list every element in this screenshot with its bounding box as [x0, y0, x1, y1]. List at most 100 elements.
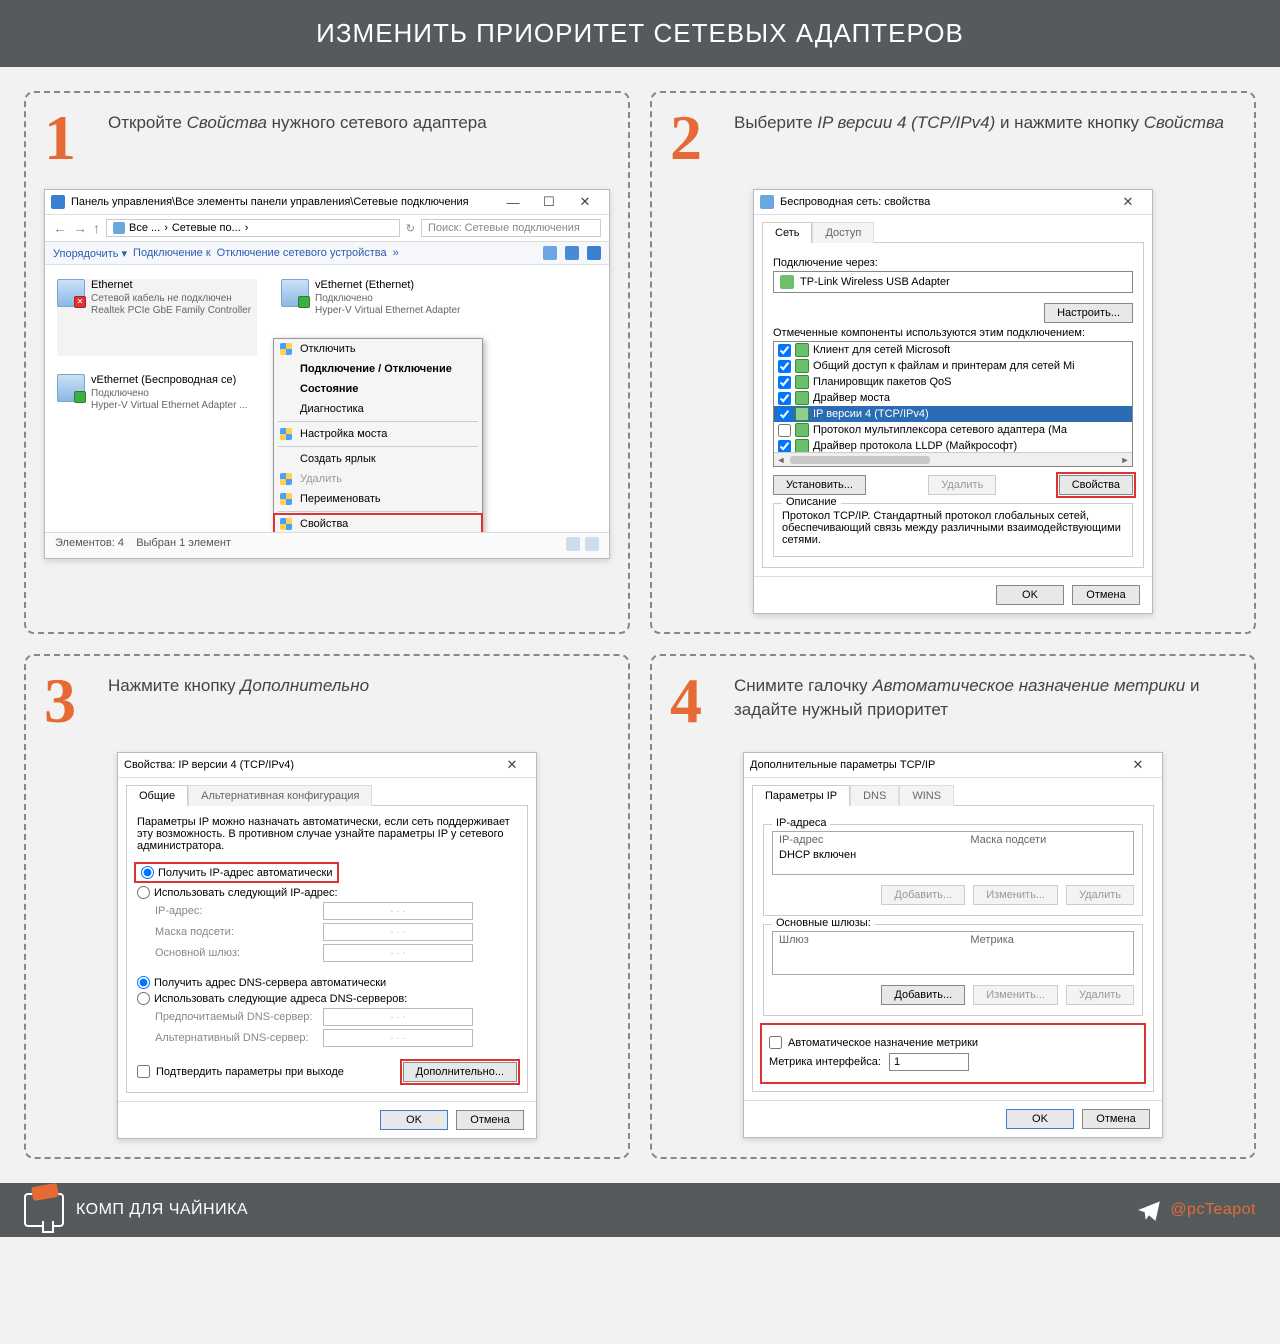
step-4-panel: 4 Снимите галочку Автоматическое назначе… [650, 654, 1256, 1159]
properties-button[interactable]: Свойства [1059, 475, 1133, 495]
component-icon [795, 375, 809, 389]
auto-metric-checkbox[interactable]: Автоматическое назначение метрики [769, 1036, 1137, 1049]
ctx-disable[interactable]: Отключить [274, 339, 482, 359]
tab-dns[interactable]: DNS [850, 785, 899, 806]
tab-wins[interactable]: WINS [899, 785, 954, 806]
step-1-panel: 1 Откройте Свойства нужного сетевого ада… [24, 91, 630, 634]
context-menu: Отключить Подключение / Отключение Состо… [273, 338, 483, 535]
tab-network[interactable]: Сеть [762, 222, 812, 243]
view-icon[interactable] [543, 246, 557, 260]
del-gw-button: Удалить [1066, 985, 1134, 1005]
window-icon [760, 195, 774, 209]
edit-gw-button: Изменить... [973, 985, 1058, 1005]
cancel-button[interactable]: Отмена [456, 1110, 524, 1130]
ip-addresses-list[interactable]: IP-адресМаска подсети DHCP включен [772, 831, 1134, 875]
search-input[interactable]: Поиск: Сетевые подключения [421, 219, 601, 237]
breadcrumb[interactable]: Все ... › Сетевые по... › [106, 219, 400, 237]
component-icon [795, 423, 809, 437]
more-chevron[interactable]: » [393, 247, 399, 259]
component-checkbox[interactable] [778, 392, 791, 405]
organize-menu[interactable]: Упорядочить ▾ [53, 247, 127, 260]
minimize-button[interactable]: — [495, 195, 531, 210]
window-title: Дополнительные параметры TCP/IP [750, 759, 1120, 771]
telegram-icon [1136, 1197, 1162, 1223]
layout-icon[interactable] [565, 246, 579, 260]
radio-manual-ip[interactable]: Использовать следующий IP-адрес: [137, 886, 517, 899]
adapter-item[interactable]: Ethernet Сетевой кабель не подключен Rea… [57, 279, 257, 356]
step-text: Снимите галочку Автоматическое назначени… [734, 674, 1236, 722]
connect-to-button[interactable]: Подключение к [133, 247, 211, 259]
component-checkbox[interactable] [778, 376, 791, 389]
ok-button[interactable]: OK [380, 1110, 448, 1130]
close-button[interactable]: ✕ [494, 757, 530, 773]
telegram-link[interactable]: @pcTeapot [1136, 1197, 1256, 1223]
back-button[interactable]: ← [53, 220, 67, 236]
close-button[interactable]: ✕ [1110, 194, 1146, 210]
ctx-properties[interactable]: Свойства [274, 514, 482, 534]
component-icon [795, 343, 809, 357]
components-label: Отмеченные компоненты используются этим … [773, 327, 1133, 339]
radio-manual-dns[interactable]: Использовать следующие адреса DNS-сервер… [137, 992, 517, 1005]
adapter-icon [57, 374, 85, 402]
component-checkbox[interactable] [778, 424, 791, 437]
remove-button: Удалить [928, 475, 996, 495]
step-number: 1 [44, 111, 92, 165]
gateways-list[interactable]: ШлюзМетрика [772, 931, 1134, 975]
ok-button[interactable]: OK [996, 585, 1064, 605]
component-icon [795, 439, 809, 453]
gateway-field: . . . [323, 944, 473, 962]
connect-via-label: Подключение через: [773, 257, 1133, 269]
tab-general[interactable]: Общие [126, 785, 188, 806]
component-checkbox[interactable] [778, 440, 791, 453]
component-checkbox[interactable] [778, 360, 791, 373]
add-gw-button[interactable]: Добавить... [881, 985, 965, 1005]
shield-icon [280, 493, 292, 505]
ctx-rename[interactable]: Переименовать [274, 489, 482, 509]
ctx-diag[interactable]: Диагностика [274, 399, 482, 419]
components-list[interactable]: Клиент для сетей Microsoft Общий доступ … [773, 341, 1133, 467]
horizontal-scrollbar[interactable]: ◄► [774, 452, 1132, 466]
disable-device-button[interactable]: Отключение сетевого устройства [217, 247, 387, 259]
tab-access[interactable]: Доступ [812, 222, 874, 243]
ctx-connect[interactable]: Подключение / Отключение [274, 359, 482, 379]
metric-input[interactable] [889, 1053, 969, 1071]
step-3-panel: 3 Нажмите кнопку Дополнительно Свойства:… [24, 654, 630, 1159]
shield-icon [280, 343, 292, 355]
ctx-delete: Удалить [274, 469, 482, 489]
step-text: Выберите IP версии 4 (TCP/IPv4) и нажмит… [734, 111, 1224, 135]
configure-button[interactable]: Настроить... [1044, 303, 1133, 323]
step-text: Откройте Свойства нужного сетевого адапт… [108, 111, 487, 135]
tab-ip-params[interactable]: Параметры IP [752, 785, 850, 806]
install-button[interactable]: Установить... [773, 475, 866, 495]
cancel-button[interactable]: Отмена [1082, 1109, 1150, 1129]
component-checkbox[interactable] [778, 408, 791, 421]
confirm-on-exit-checkbox[interactable]: Подтвердить параметры при выходе [137, 1065, 344, 1078]
step-number: 2 [670, 111, 718, 165]
status-item-count: Элементов: 4 Выбран 1 элемент [55, 537, 231, 554]
brand-name: КОМП ДЛЯ ЧАЙНИКА [76, 1201, 248, 1219]
adapter-item[interactable]: vEthernet (Беспроводная се) Подключено H… [57, 374, 257, 451]
mask-field: . . . [323, 923, 473, 941]
ok-button[interactable]: OK [1006, 1109, 1074, 1129]
cancel-button[interactable]: Отмена [1072, 585, 1140, 605]
radio-auto-dns[interactable]: Получить адрес DNS-сервера автоматически [137, 976, 517, 989]
help-icon[interactable] [587, 246, 601, 260]
tab-alt-config[interactable]: Альтернативная конфигурация [188, 785, 372, 806]
close-button[interactable]: ✕ [567, 194, 603, 210]
advanced-button[interactable]: Дополнительно... [403, 1062, 517, 1082]
component-checkbox[interactable] [778, 344, 791, 357]
forward-button[interactable]: → [73, 220, 87, 236]
view-switch[interactable] [566, 537, 599, 554]
maximize-button[interactable]: ☐ [531, 194, 567, 210]
step-2-panel: 2 Выберите IP версии 4 (TCP/IPv4) и нажм… [650, 91, 1256, 634]
adapter-icon [57, 279, 85, 307]
radio-auto-ip[interactable]: Получить IP-адрес автоматически [137, 865, 336, 880]
description-text: Протокол TCP/IP. Стандартный протокол гл… [782, 510, 1124, 546]
step-text: Нажмите кнопку Дополнительно [108, 674, 369, 698]
up-button[interactable]: ↑ [93, 220, 100, 236]
ctx-bridge[interactable]: Настройка моста [274, 424, 482, 444]
ctx-status[interactable]: Состояние [274, 379, 482, 399]
ctx-shortcut[interactable]: Создать ярлык [274, 449, 482, 469]
close-button[interactable]: ✕ [1120, 757, 1156, 773]
brand-logo [24, 1193, 64, 1227]
